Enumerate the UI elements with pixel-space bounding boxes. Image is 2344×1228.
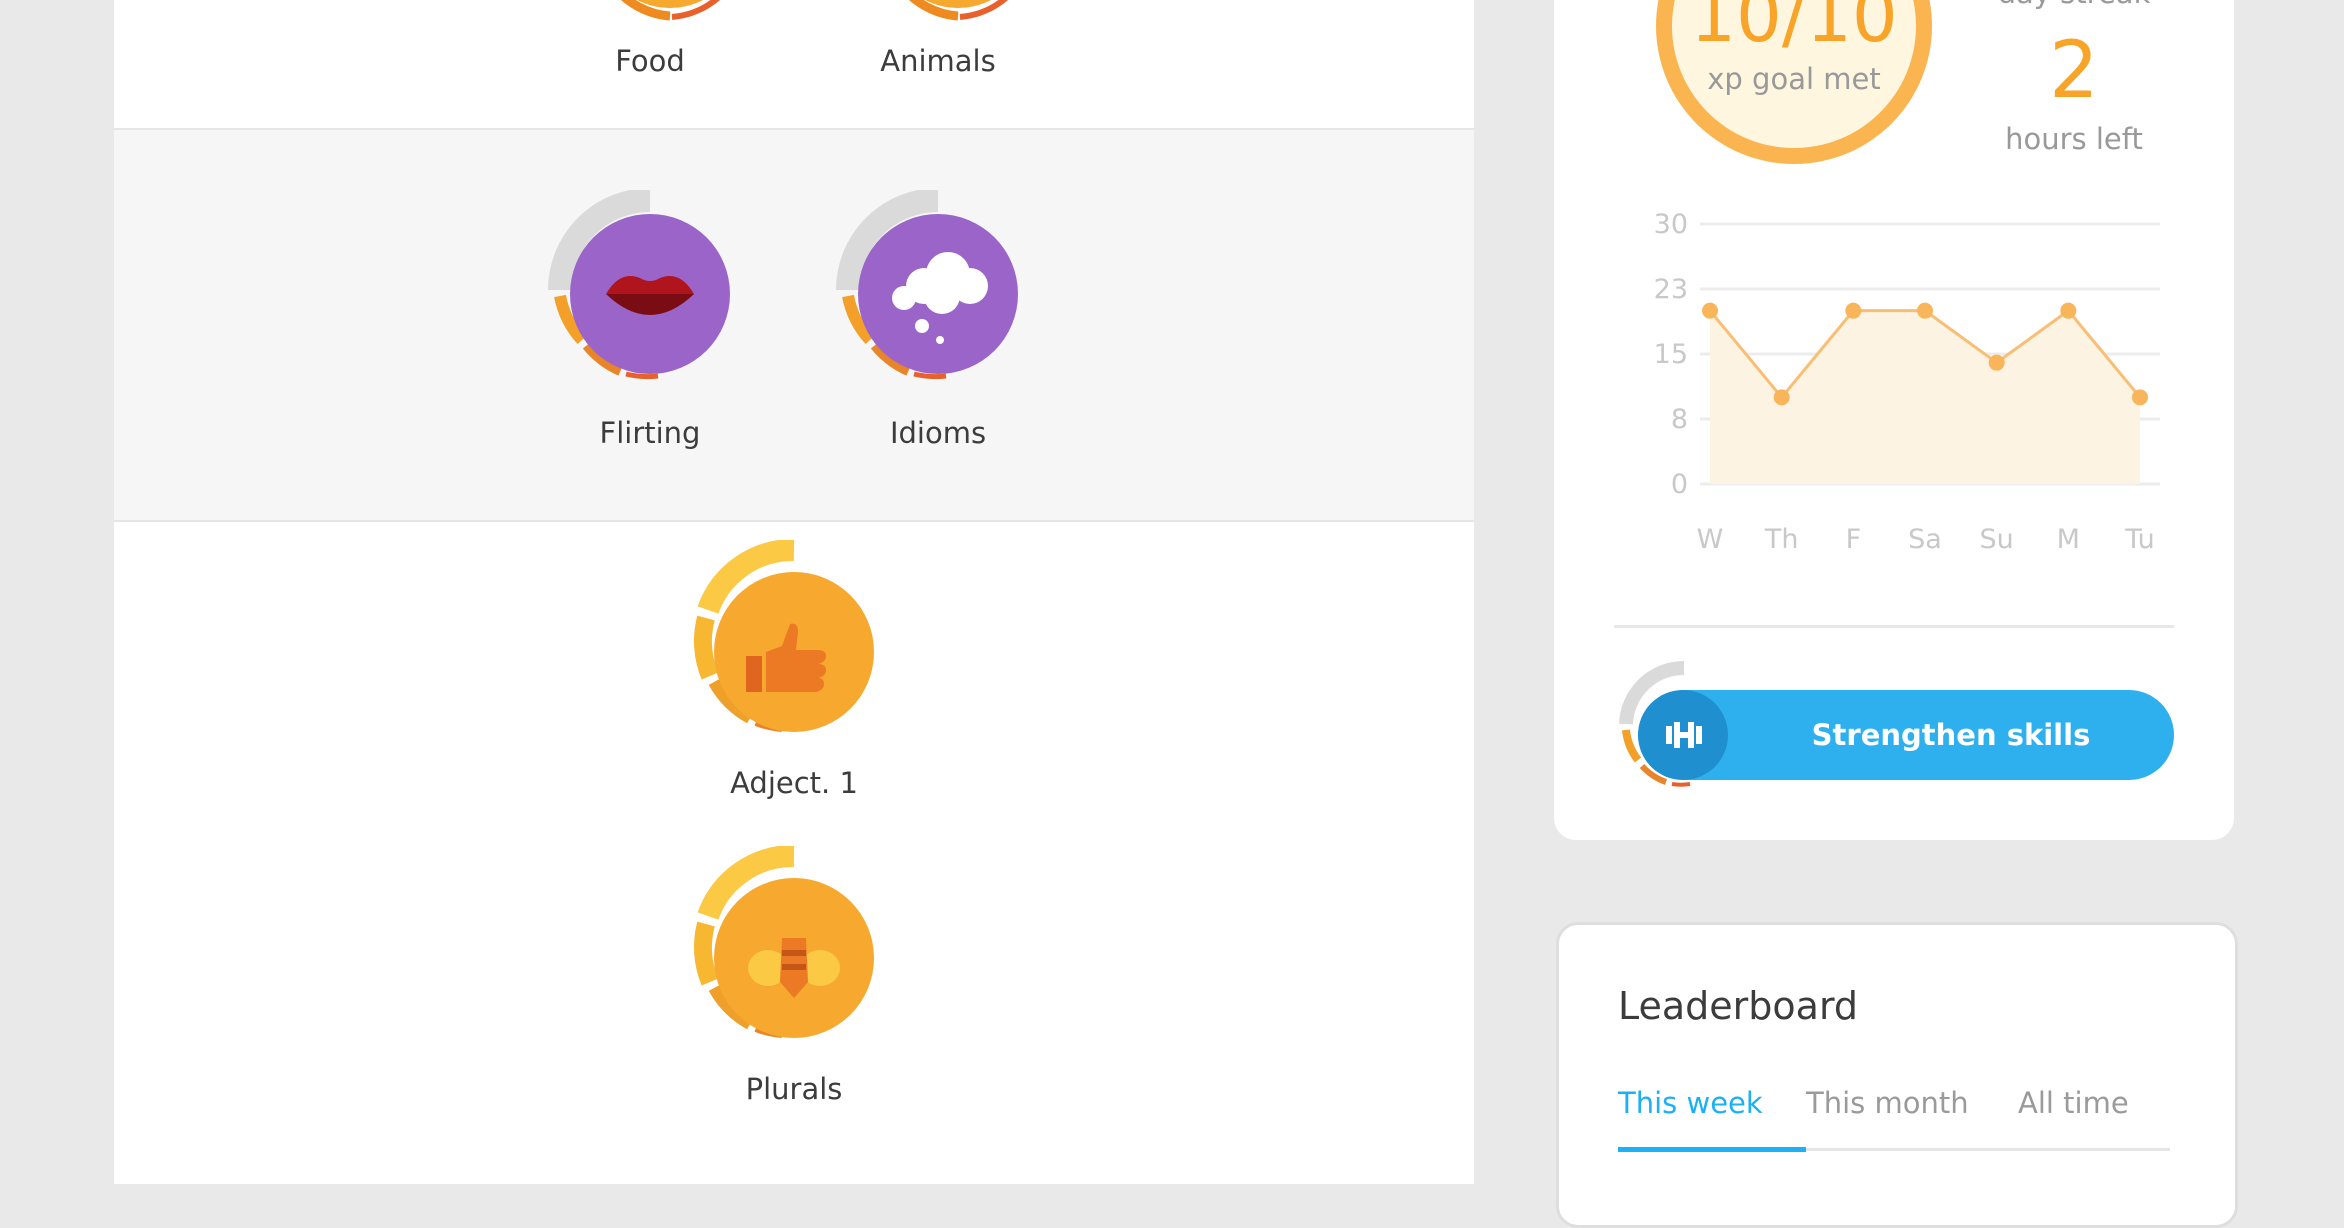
y-tick-label: 15	[1654, 339, 1688, 370]
hours-left-value: 2	[2049, 26, 2099, 116]
y-tick-label: 8	[1671, 404, 1688, 435]
lips-icon	[548, 190, 730, 380]
skill-adjectives[interactable]	[686, 540, 886, 740]
leaderboard-title: Leaderboard	[1618, 984, 1859, 1028]
skill-tree-panel: Food Animals Flirting Idioms Adject. 1 P…	[114, 0, 1474, 1184]
skill-food[interactable]	[570, 0, 770, 36]
y-tick-label: 0	[1671, 469, 1688, 500]
xp-goal-caption: xp goal met	[1707, 62, 1881, 96]
y-tick-label: 30	[1654, 209, 1688, 240]
skill-label-food: Food	[615, 44, 685, 78]
card-divider	[1614, 625, 2174, 628]
streak-caption: day streak	[1954, 0, 2194, 10]
xp-goal-value: 10/10	[1690, 0, 1898, 58]
x-tick-label: Th	[1764, 524, 1799, 555]
skill-label-animals: Animals	[880, 44, 996, 78]
strengthen-skills-label: Strengthen skills	[1811, 718, 2091, 752]
x-tick-label: F	[1846, 524, 1862, 555]
skill-row-highlight: Flirting Idioms	[114, 128, 1474, 522]
xp-point	[1773, 389, 1790, 406]
xp-point	[1845, 302, 1862, 319]
skill-label-adjectives: Adject. 1	[730, 766, 858, 800]
tab-this-week[interactable]: This week	[1618, 1086, 1763, 1120]
thumbs-up-icon	[693, 540, 874, 732]
x-tick-label: Su	[1980, 524, 2014, 555]
xp-point	[2132, 389, 2148, 406]
skill-plurals[interactable]	[686, 846, 886, 1046]
xp-history-chart: 30 23 15 8 0W Th F Sa Su M Tu	[1654, 209, 2160, 555]
x-tick-label: M	[2057, 524, 2080, 555]
skill-label-flirting: Flirting	[599, 416, 701, 450]
xp-point	[1917, 302, 1933, 319]
skill-animals[interactable]	[858, 0, 1058, 36]
xp-point	[1988, 354, 2005, 371]
xp-point	[1702, 302, 1718, 319]
active-tab-indicator	[1618, 1147, 1806, 1152]
y-tick-label: 23	[1654, 274, 1688, 305]
x-tick-label: Sa	[1908, 524, 1942, 555]
tab-all-time[interactable]: All time	[2018, 1086, 2129, 1120]
x-tick-label: Tu	[2124, 524, 2155, 555]
x-tick-label: W	[1697, 524, 1724, 555]
dumbbell-icon	[1638, 690, 1728, 780]
skill-idioms[interactable]	[830, 190, 1030, 390]
tab-this-month[interactable]: This month	[1806, 1086, 1969, 1120]
xp-point	[2060, 302, 2077, 319]
bee-icon	[693, 846, 874, 1038]
food-progress-ring	[621, 0, 720, 21]
skill-label-idioms: Idioms	[889, 416, 987, 450]
hours-left-caption: hours left	[2005, 122, 2143, 156]
thought-bubble-icon	[836, 190, 1018, 380]
skill-flirting[interactable]	[542, 190, 742, 390]
animals-progress-ring	[909, 0, 1008, 21]
skill-label-plurals: Plurals	[745, 1072, 843, 1106]
strengthen-skills-button[interactable]: Strengthen skills	[1638, 690, 2174, 780]
leaderboard-card	[1556, 922, 2238, 1228]
